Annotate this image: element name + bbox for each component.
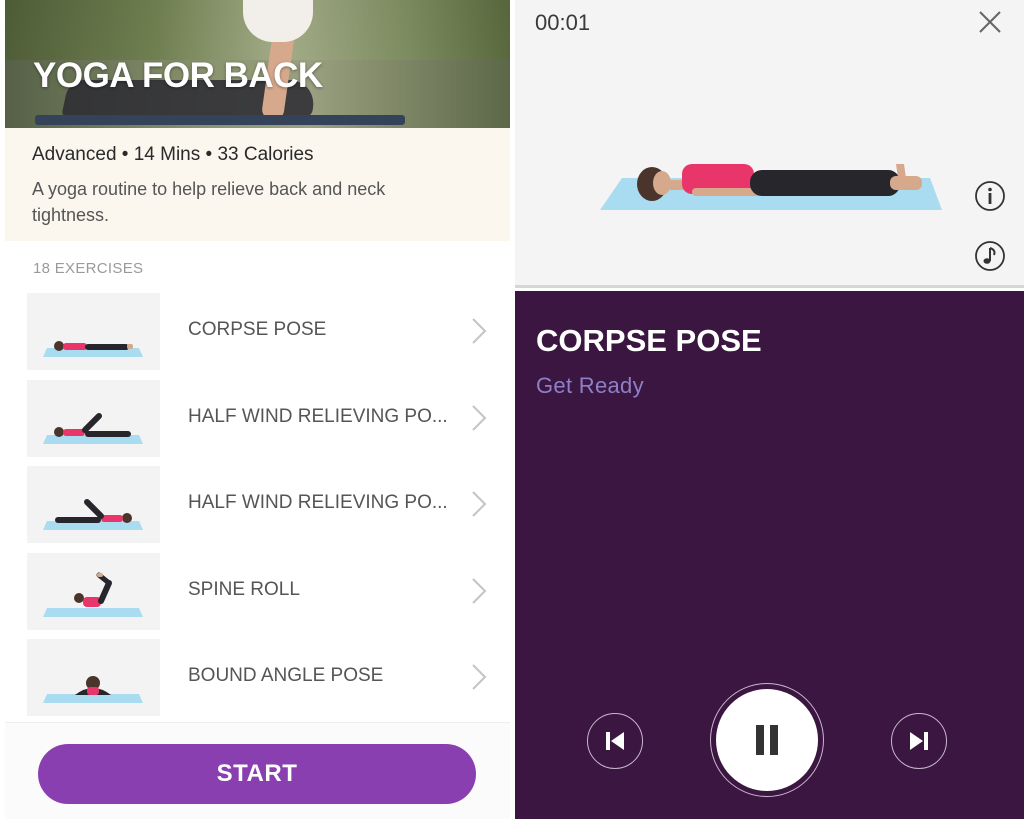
- exercise-name: SPINE ROLL: [188, 578, 300, 600]
- list-item[interactable]: HALF WIND RELIEVING PO...: [25, 378, 495, 465]
- next-icon: [910, 732, 928, 750]
- routine-overview-screen: YOGA FOR BACK Advanced • 14 Mins • 33 Ca…: [5, 0, 510, 819]
- previous-icon: [606, 732, 624, 750]
- exercise-list: CORPSE POSE HALF WIND RELIEVING PO... HA…: [25, 291, 495, 724]
- chevron-right-icon: [472, 577, 487, 604]
- pause-button[interactable]: [716, 689, 818, 791]
- chevron-right-icon: [472, 664, 487, 690]
- corpse-pose-illustration: [600, 164, 942, 210]
- exercise-name: HALF WIND RELIEVING PO...: [188, 492, 448, 513]
- current-pose-title: CORPSE POSE: [536, 323, 762, 358]
- exercise-name: BOUND ANGLE POSE: [188, 665, 384, 686]
- hero-image: YOGA FOR BACK: [5, 0, 510, 128]
- exercise-player-screen: 00:01 CORPSE POSE Get Ready: [515, 0, 1024, 819]
- routine-description: A yoga routine to help relieve back and …: [32, 179, 386, 225]
- list-item[interactable]: BOUND ANGLE POSE: [25, 637, 495, 724]
- exercise-name: CORPSE POSE: [188, 319, 327, 340]
- music-icon[interactable]: [974, 240, 1006, 272]
- bound-angle-pose-thumbnail: [27, 639, 160, 716]
- exercise-count: 18 EXERCISES: [33, 260, 144, 277]
- routine-title: YOGA FOR BACK: [33, 56, 323, 95]
- half-wind-relieving-pose-thumbnail: [27, 466, 160, 543]
- chevron-right-icon: [472, 404, 487, 431]
- next-button[interactable]: [891, 713, 947, 769]
- start-button[interactable]: START: [38, 744, 476, 804]
- chevron-right-icon: [472, 491, 487, 517]
- pause-icon: [756, 725, 778, 755]
- list-item[interactable]: CORPSE POSE: [25, 291, 495, 378]
- exercise-name: HALF WIND RELIEVING PO...: [188, 405, 448, 427]
- spine-roll-thumbnail: [27, 552, 160, 630]
- close-icon[interactable]: [978, 10, 1002, 34]
- bottom-bar: START: [5, 722, 510, 819]
- status-text: Get Ready: [536, 373, 644, 398]
- half-wind-relieving-pose-thumbnail: [27, 379, 160, 457]
- player-controls-area: CORPSE POSE Get Ready: [515, 291, 1024, 819]
- chevron-right-icon: [472, 318, 487, 344]
- previous-button[interactable]: [587, 713, 643, 769]
- pose-illustration-area: 00:01: [515, 0, 1024, 288]
- info-icon[interactable]: [974, 180, 1006, 212]
- timer: 00:01: [535, 10, 591, 35]
- routine-info: Advanced • 14 Mins • 33 Calories A yoga …: [5, 128, 510, 241]
- routine-meta: Advanced • 14 Mins • 33 Calories: [32, 144, 314, 165]
- corpse-pose-thumbnail: [27, 293, 160, 370]
- list-item[interactable]: HALF WIND RELIEVING PO...: [25, 464, 495, 551]
- list-item[interactable]: SPINE ROLL: [25, 551, 495, 638]
